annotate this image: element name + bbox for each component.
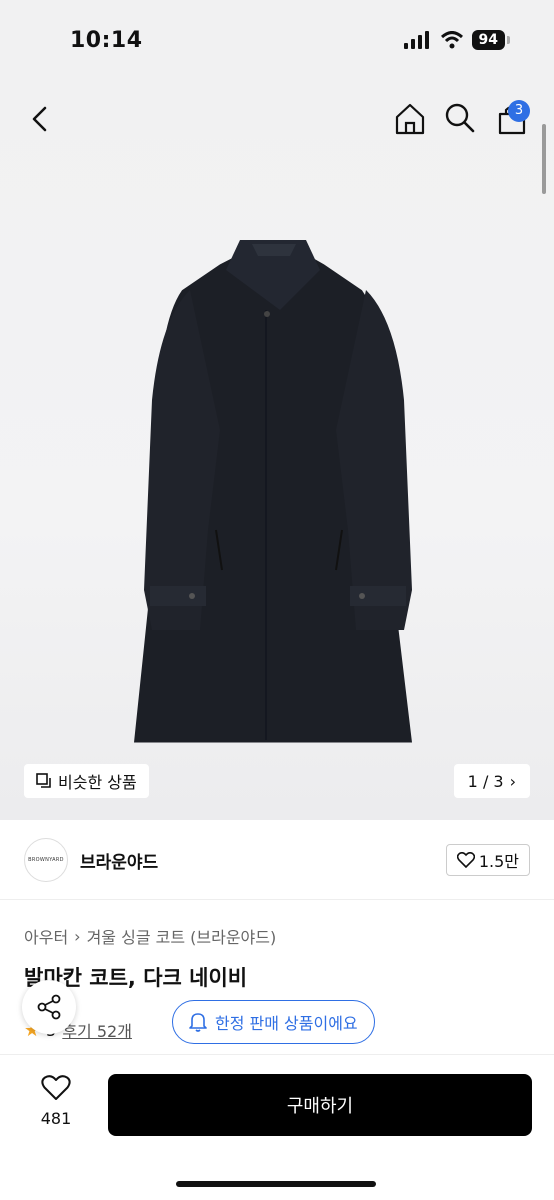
breadcrumb: 아우터 › 겨울 싱글 코트 (브라운야드) [24,924,276,948]
status-bar: 10:14 94 [0,0,554,80]
brand-like-count: 1.5만 [478,852,519,871]
search-icon[interactable] [444,102,476,134]
brand-logo[interactable]: BROWNYARD [24,838,68,882]
similar-products-label: 비슷한 상품 [58,773,137,792]
brand-like-button[interactable]: 1.5만 [445,844,530,876]
home-indicator [176,1181,376,1187]
wishlist-count: 481 [40,1109,72,1128]
wifi-icon [440,31,463,49]
bottom-action-bar: 481 구매하기 [0,1054,554,1200]
scrollbar[interactable] [542,124,546,194]
top-nav: 3 [0,80,554,160]
home-icon[interactable] [394,102,426,136]
battery-indicator: 94 [471,30,505,50]
image-page-indicator[interactable]: 1 / 3 › [453,764,530,798]
similar-products-button[interactable]: 비슷한 상품 [24,764,149,798]
heart-icon [41,1075,71,1100]
brand-name[interactable]: 브라운야드 [80,848,158,873]
brand-row[interactable]: BROWNYARD 브라운야드 1.5만 [0,820,554,900]
share-button[interactable] [22,980,76,1034]
limited-sale-label: 한정 판매 상품이에요 [215,1014,358,1033]
copy-icon [36,773,51,788]
bell-icon [189,1013,207,1032]
product-image-carousel[interactable]: 3 비슷한 상품 1 / 3 › [0,80,554,820]
signal-icon [403,31,429,49]
cart-count-badge: 3 [508,100,530,122]
status-time: 10:14 [70,28,143,53]
heart-icon [456,852,475,868]
buy-button[interactable]: 구매하기 [108,1074,532,1136]
back-icon[interactable] [26,104,56,134]
breadcrumb-subcategory[interactable]: 겨울 싱글 코트 (브라운야드) [87,924,277,948]
status-icons: 94 [403,30,510,50]
battery-tip [507,36,510,44]
breadcrumb-category[interactable]: 아우터 [24,924,68,948]
coat-image [134,240,412,743]
review-link[interactable]: 후기 52개 [62,1018,132,1042]
wishlist-button[interactable]: 481 [28,1075,84,1128]
page-indicator-text: 1 / 3 [467,771,504,791]
limited-sale-badge[interactable]: 한정 판매 상품이에요 [172,1000,375,1044]
share-icon [37,994,61,1020]
chevron-right-icon: › [74,926,81,946]
chevron-right-icon: › [509,771,516,791]
